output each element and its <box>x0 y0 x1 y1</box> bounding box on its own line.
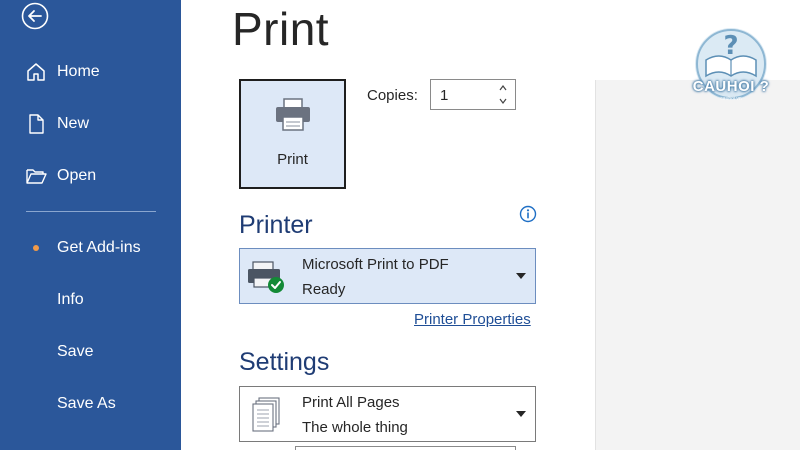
back-arrow-icon[interactable] <box>21 2 49 30</box>
sidebar-item-label: Open <box>57 167 97 184</box>
sidebar-item-save[interactable]: Save <box>0 332 181 372</box>
page-title: Print <box>232 3 330 55</box>
print-button[interactable]: Print <box>239 79 346 189</box>
copies-value[interactable]: 1 <box>440 87 448 104</box>
new-document-icon <box>29 114 44 134</box>
sidebar-item-label: Save <box>57 343 94 360</box>
sidebar-item-info[interactable]: Info <box>0 280 181 320</box>
watermark-subtext: cauhoi.vn <box>720 96 742 102</box>
watermark-text: CAUHOI ? <box>692 78 770 95</box>
chevron-up-icon[interactable] <box>497 82 509 94</box>
pages-description: The whole thing <box>302 419 408 436</box>
sidebar-item-label: Get Add-ins <box>57 239 141 256</box>
print-button-label: Print <box>277 151 308 168</box>
backstage-sidebar: Home New Open Get Add-ins Info Save Save… <box>0 0 181 450</box>
sidebar-item-label: Home <box>57 63 100 80</box>
printer-icon <box>276 98 310 131</box>
open-folder-icon <box>26 169 47 184</box>
sidebar-item-get-add-ins[interactable]: Get Add-ins <box>0 228 181 268</box>
printer-select[interactable]: Microsoft Print to PDF Ready <box>239 248 536 304</box>
pages-icon <box>252 397 280 432</box>
print-preview <box>596 80 800 450</box>
printer-status: Ready <box>302 281 346 298</box>
sidebar-item-label: Save As <box>57 395 116 412</box>
print-pages-select[interactable]: Print All Pages The whole thing <box>239 386 536 442</box>
sidebar-divider <box>26 211 156 212</box>
notification-dot <box>33 245 39 251</box>
sidebar-item-new[interactable]: New <box>0 104 181 144</box>
dropdown-caret-icon <box>516 273 526 279</box>
copies-label: Copies: <box>367 87 418 104</box>
sidebar-item-home[interactable]: Home <box>0 52 181 92</box>
printer-name: Microsoft Print to PDF <box>302 256 449 273</box>
sidebar-item-open[interactable]: Open <box>0 156 181 196</box>
svg-text:?: ? <box>723 31 738 61</box>
dropdown-caret-icon <box>516 411 526 417</box>
printer-heading: Printer <box>239 211 313 239</box>
sidebar-item-label: New <box>57 115 90 132</box>
pages-option: Print All Pages <box>302 394 400 411</box>
sidebar-item-label: Info <box>57 291 84 308</box>
settings-heading: Settings <box>239 348 330 376</box>
printer-ready-icon <box>248 261 284 293</box>
home-icon <box>27 63 45 81</box>
chevron-down-icon[interactable] <box>497 95 509 107</box>
copies-stepper[interactable]: 1 <box>430 79 516 110</box>
info-icon[interactable] <box>519 205 537 223</box>
pages-range-input[interactable] <box>295 446 516 450</box>
printer-properties-link[interactable]: Printer Properties <box>414 311 531 328</box>
sidebar-item-save-as[interactable]: Save As <box>0 384 181 424</box>
